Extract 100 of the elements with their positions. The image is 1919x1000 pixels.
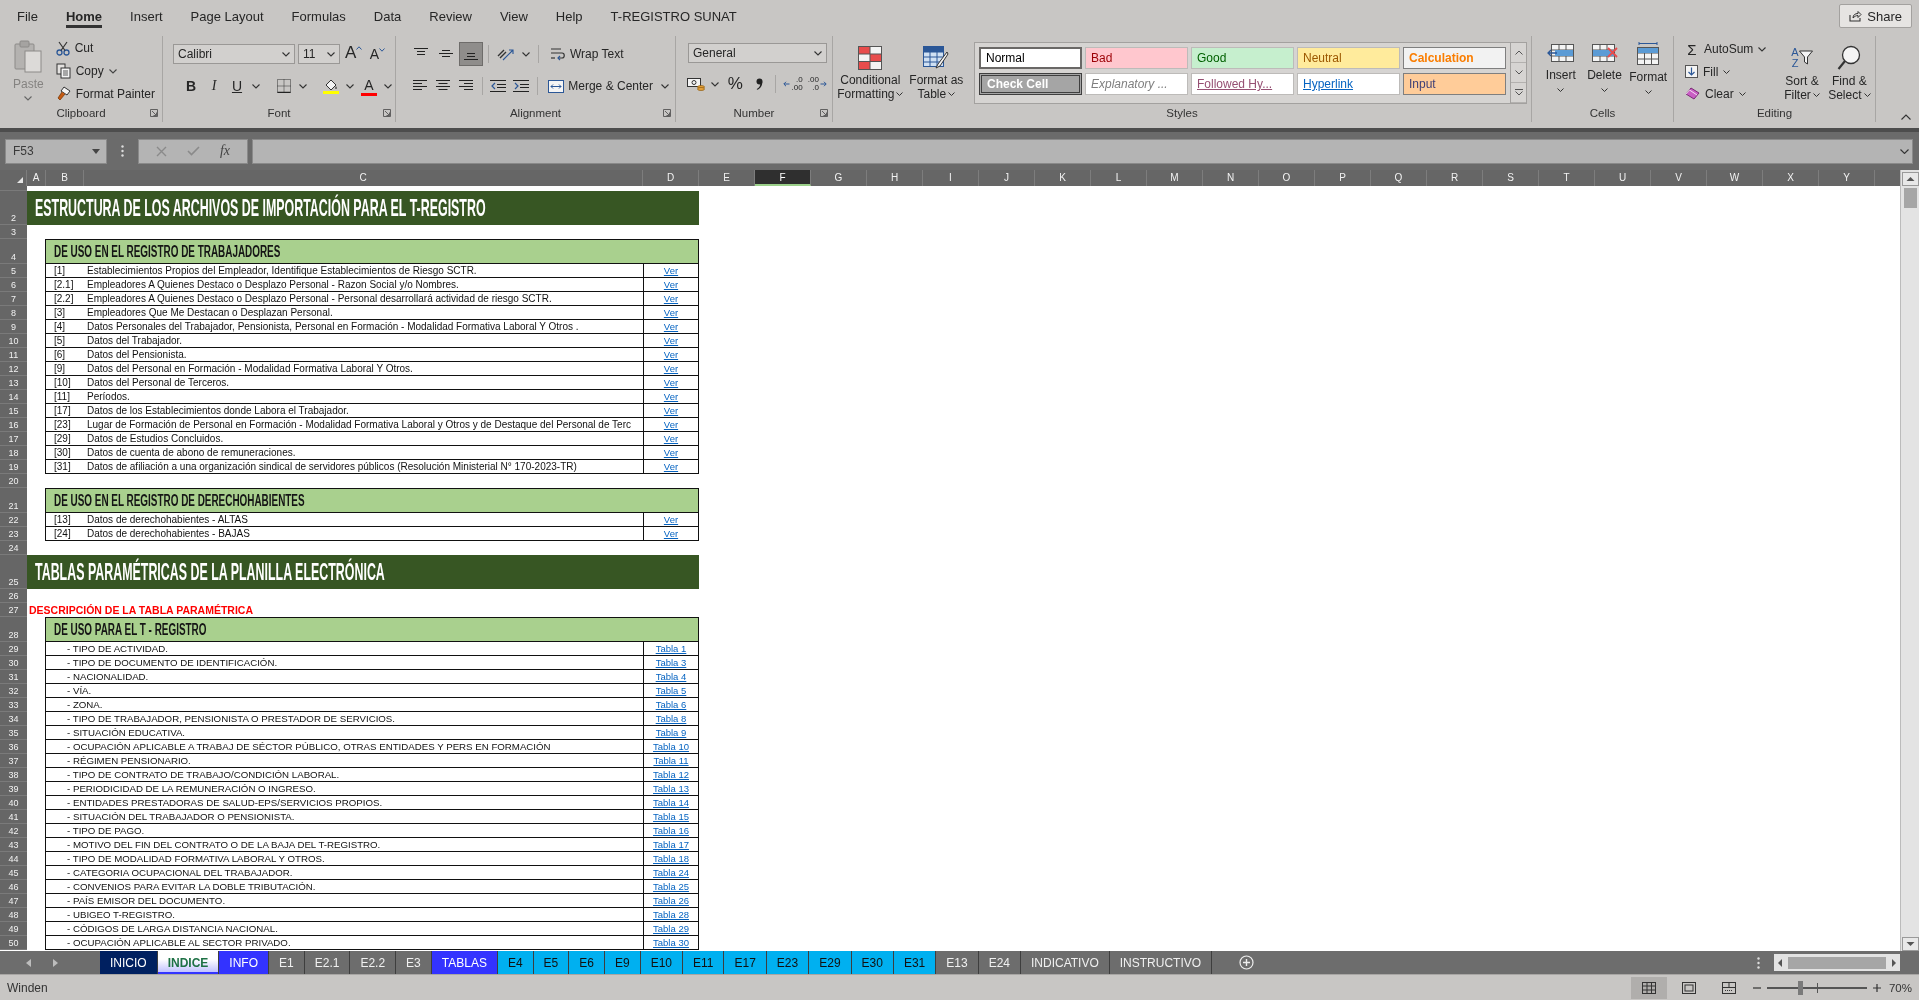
cell-style[interactable]: Normal xyxy=(979,47,1082,69)
dialog-launcher-icon[interactable] xyxy=(820,109,828,117)
sheet-tab[interactable]: E5 xyxy=(533,951,570,974)
ribbon-tab[interactable]: File xyxy=(17,4,38,28)
caret-icon[interactable] xyxy=(1758,46,1767,52)
cell-style[interactable]: Bad xyxy=(1085,47,1188,69)
dialog-launcher-icon[interactable] xyxy=(383,109,391,117)
copy-button[interactable]: Copy xyxy=(52,60,158,82)
item-description: Datos de los Establecimientos donde Labora el Trabajador. xyxy=(84,404,643,418)
scroll-thumb[interactable] xyxy=(1903,188,1917,208)
vertical-align-button[interactable] xyxy=(460,43,482,65)
ribbon-tab[interactable]: Page Layout xyxy=(190,4,264,28)
row-number: 38 xyxy=(0,768,27,782)
sheet-tab[interactable]: E30 xyxy=(851,951,894,974)
caret-icon[interactable] xyxy=(346,83,354,89)
caret-icon[interactable] xyxy=(299,83,307,89)
clear-button[interactable]: Clear xyxy=(1682,83,1769,104)
sheet-tab[interactable]: E10 xyxy=(640,951,683,974)
conditional-formatting-button[interactable]: Conditional Formatting xyxy=(837,38,904,104)
expand-icon xyxy=(1514,89,1523,96)
dialog-launcher-icon[interactable] xyxy=(663,109,671,117)
scroll-thumb[interactable] xyxy=(1788,956,1886,969)
cell-style[interactable]: Explanatory ... xyxy=(1085,73,1188,95)
find-select-button[interactable]: Find & Select xyxy=(1827,38,1871,104)
insert-function-button[interactable]: fx xyxy=(213,141,237,161)
cell-style[interactable]: Input xyxy=(1403,73,1506,95)
dialog-launcher-icon[interactable] xyxy=(150,109,158,117)
plus-icon[interactable] xyxy=(1872,983,1881,992)
name-box[interactable]: F53 xyxy=(5,138,107,164)
sheet-tab[interactable]: E23 xyxy=(766,951,810,974)
next-sheet-icon[interactable] xyxy=(52,958,58,967)
decrease-decimal-button[interactable]: .00 .0 xyxy=(806,73,828,95)
caret-icon[interactable] xyxy=(661,83,669,89)
sheet-tab[interactable]: INFO xyxy=(219,951,269,974)
cut-button[interactable]: Cut xyxy=(52,38,158,59)
sheet-tab[interactable]: INDICE xyxy=(157,951,220,974)
sheet-tab[interactable]: E17 xyxy=(724,951,767,974)
format-as-table-button[interactable]: Format as Table xyxy=(907,38,965,104)
ribbon-tab[interactable]: Help xyxy=(555,4,583,28)
sheet-tab[interactable]: E9 xyxy=(604,951,641,974)
scroll-up-icon[interactable] xyxy=(1901,172,1919,186)
ribbon-tab[interactable]: Data xyxy=(373,4,402,28)
caret-icon[interactable] xyxy=(384,83,392,89)
collapse-ribbon-icon[interactable] xyxy=(1901,114,1911,120)
more-options-icon[interactable] xyxy=(121,145,124,157)
increase-decimal-button[interactable]: .0 .00 xyxy=(782,73,804,95)
ribbon-tab[interactable]: View xyxy=(499,4,528,28)
sheet-tab[interactable]: E6 xyxy=(569,951,605,974)
sort-filter-button[interactable]: A Z Sort & Filter xyxy=(1780,38,1824,104)
underline-button[interactable]: U xyxy=(227,75,247,97)
number-format-dropdown[interactable]: General xyxy=(688,43,827,63)
sheet-tab[interactable]: E29 xyxy=(809,951,852,974)
cell-style[interactable]: Good xyxy=(1191,47,1294,69)
caret-icon[interactable] xyxy=(252,83,260,89)
horizontal-scrollbar[interactable] xyxy=(1774,954,1900,971)
ribbon-tab[interactable]: Review xyxy=(429,4,472,28)
bold-button[interactable]: B xyxy=(181,75,201,97)
zoom-slider-thumb[interactable] xyxy=(1797,980,1803,995)
grow-font-button[interactable]: A xyxy=(343,43,365,65)
font-name-dropdown[interactable]: Calibri xyxy=(173,44,295,64)
caret-icon xyxy=(379,48,385,52)
vertical-scrollbar[interactable] xyxy=(1900,170,1919,951)
sheet-tab[interactable]: E31 xyxy=(893,951,937,974)
ribbon-tab[interactable]: T-REGISTRO SUNAT xyxy=(610,4,737,28)
expand-caret-icon[interactable] xyxy=(1900,148,1909,154)
normal-view-button[interactable] xyxy=(1630,976,1667,999)
sheet-tab[interactable]: INICIO xyxy=(100,951,158,974)
sheet-tab[interactable]: E11 xyxy=(683,951,725,974)
row-number: 20 xyxy=(0,474,27,488)
sheet-tab[interactable]: TABLAS xyxy=(431,951,498,974)
share-button[interactable]: Share xyxy=(1839,4,1912,28)
autosum-button[interactable]: Σ AutoSum xyxy=(1682,38,1757,60)
format-cells-button[interactable]: Format xyxy=(1627,38,1669,104)
format-painter-button[interactable]: Format Painter xyxy=(52,83,158,104)
wrap-text-button[interactable]: Wrap Text xyxy=(545,43,627,65)
insert-cells-button[interactable]: Insert xyxy=(1540,38,1582,104)
caret-icon[interactable] xyxy=(522,51,530,57)
font-size-dropdown[interactable]: 11 xyxy=(298,44,340,64)
delete-cells-button[interactable]: Delete xyxy=(1583,38,1626,104)
cell-style[interactable]: Hyperlink xyxy=(1297,73,1400,95)
select-all-icon[interactable] xyxy=(17,177,23,183)
ribbon-tab[interactable]: Insert xyxy=(130,4,163,28)
cell-style[interactable]: Followed Hy... xyxy=(1191,73,1294,95)
more-options-icon[interactable] xyxy=(1757,956,1760,969)
add-sheet-icon[interactable] xyxy=(1239,955,1255,970)
fill-button[interactable]: Fill xyxy=(1682,61,1769,82)
percent-style-button[interactable]: % xyxy=(724,73,747,95)
font-color-button[interactable]: A xyxy=(359,75,379,97)
ribbon-tab[interactable]: Formulas xyxy=(291,4,346,28)
sheet-tab[interactable]: E4 xyxy=(497,951,534,974)
italic-button[interactable]: I xyxy=(204,75,224,97)
ribbon-tab[interactable]: Home xyxy=(65,4,103,28)
previous-sheet-icon[interactable] xyxy=(26,958,32,967)
caret-icon[interactable] xyxy=(711,81,720,87)
formula-input-field[interactable] xyxy=(252,138,1913,164)
cell-style[interactable]: Neutral xyxy=(1297,47,1400,69)
scroll-down-icon[interactable] xyxy=(1901,937,1919,951)
shrink-font-button[interactable]: A xyxy=(367,43,388,65)
zoom-level[interactable]: 70% xyxy=(1888,981,1912,994)
merge-center-button[interactable]: Merge & Center xyxy=(543,75,656,97)
